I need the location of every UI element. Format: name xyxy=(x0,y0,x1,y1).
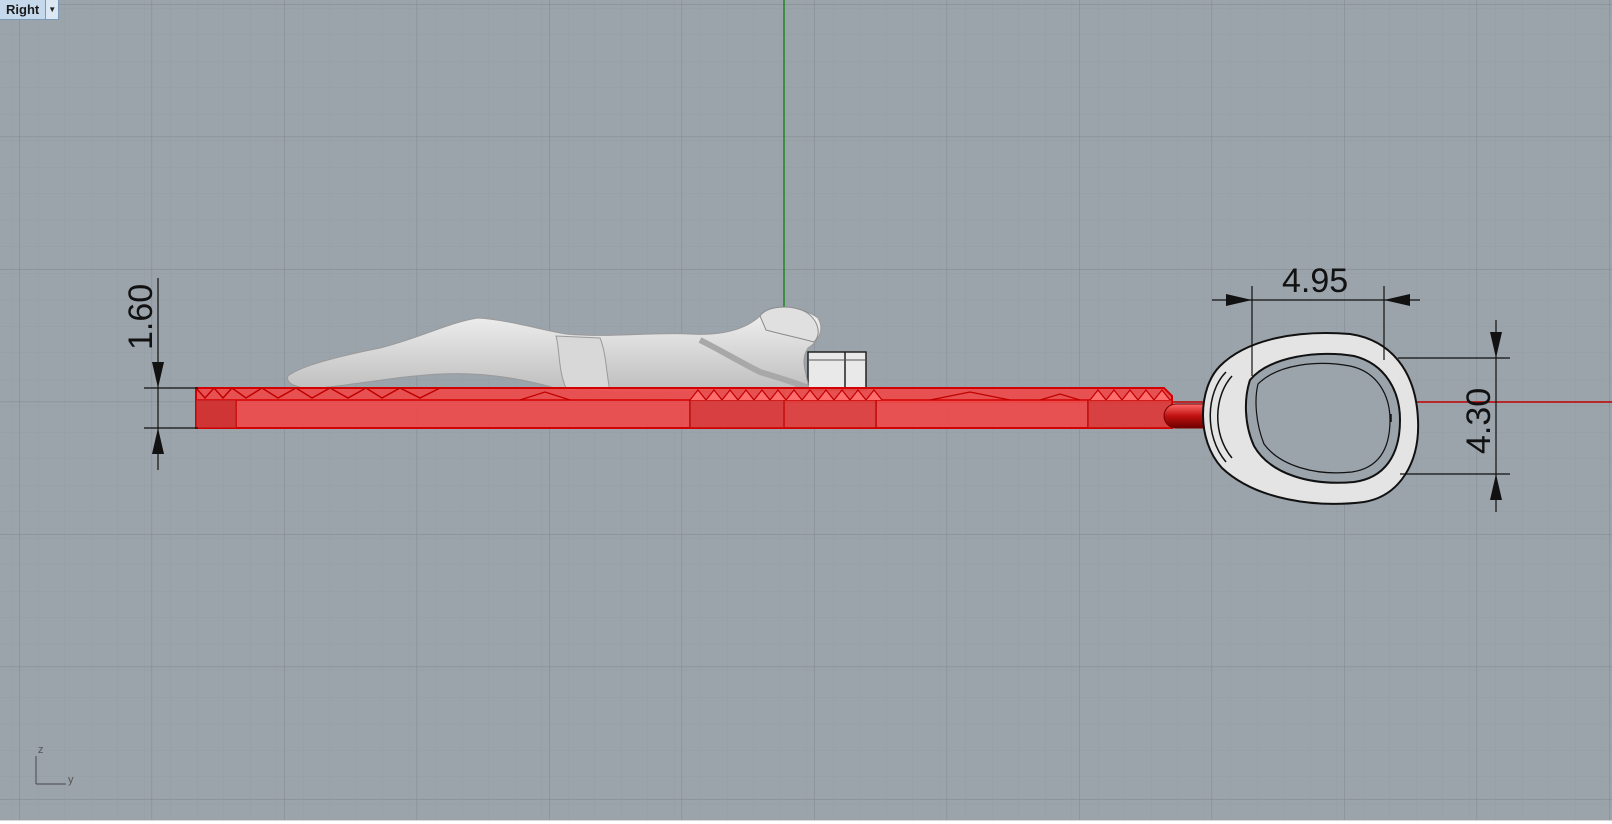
viewport-title[interactable]: Right xyxy=(0,0,45,19)
selected-base-plate[interactable] xyxy=(195,386,1173,429)
dimension-bail-width-label: 4.95 xyxy=(1282,262,1348,300)
axis-label-z: z xyxy=(38,744,44,756)
dimension-thickness-label: 1.60 xyxy=(122,284,160,350)
axis-label-y: y xyxy=(68,774,74,786)
viewport-scene[interactable]: 1.60 4.95 4.30 xyxy=(0,0,1612,820)
viewport-title-tab[interactable]: Right ▼ xyxy=(0,0,60,20)
dimension-bail-height-label: 4.30 xyxy=(1460,388,1498,454)
bail-ring[interactable] xyxy=(1202,332,1420,505)
viewport-right[interactable]: 1.60 4.95 4.30 Right ▼ z y xyxy=(0,0,1612,821)
chevron-down-icon[interactable]: ▼ xyxy=(45,0,59,19)
